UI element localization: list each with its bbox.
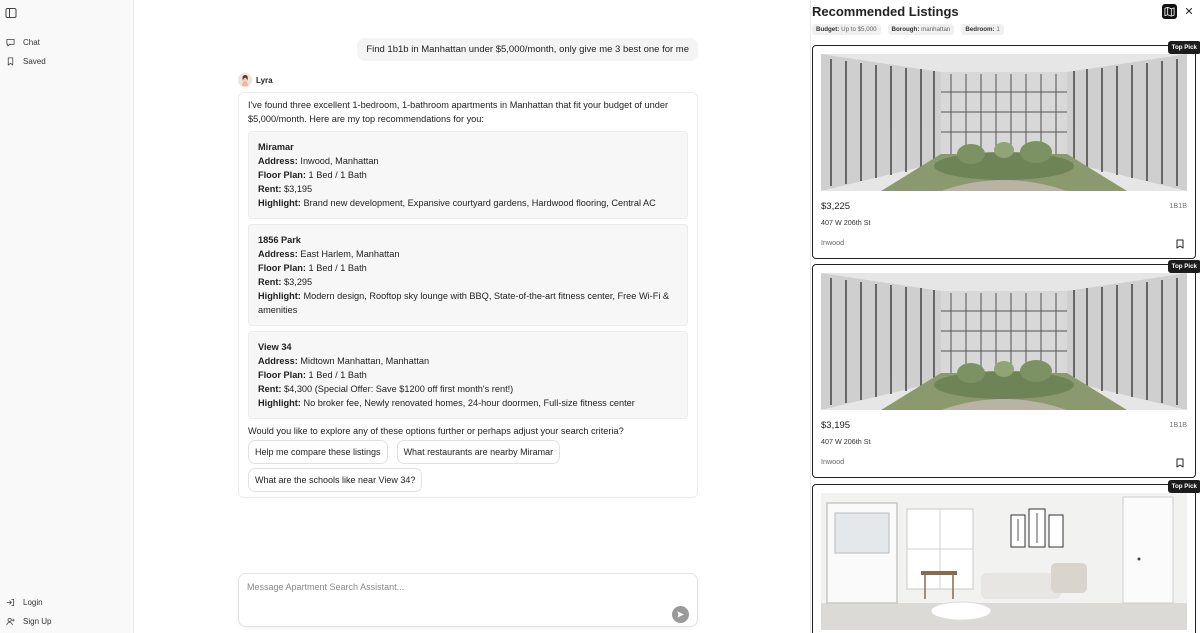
recommendation-highlight: No broker fee, Newly renovated homes, 24… [303, 398, 635, 408]
recommended-listings-panel: Recommended Listings Budget: Up to $5,00… [810, 0, 1200, 633]
login-label: Login [23, 598, 43, 607]
listing-card[interactable]: Top Pick [812, 480, 1200, 633]
field-label: Rent: [258, 184, 282, 194]
filter-bedroom[interactable]: Bedroom: 1 [961, 24, 1004, 35]
top-pick-badge: Top Pick [1167, 480, 1200, 493]
listing-unit-type: 1B1B [1169, 420, 1187, 429]
filter-label: Budget: [816, 26, 840, 33]
recommendation-name: 1856 Park [258, 235, 301, 245]
recommendation-rent: $3,195 [284, 184, 313, 194]
user-plus-icon [6, 617, 15, 626]
recommendation-address: East Harlem, Manhattan [300, 249, 400, 259]
sidebar-toggle-icon[interactable] [5, 6, 17, 18]
suggestion-chips: Help me compare these listings What rest… [248, 440, 608, 492]
map-view-button[interactable] [1162, 4, 1177, 19]
listing-address: 407 W 206th St [821, 218, 871, 227]
message-composer [238, 573, 698, 627]
recommendation-card: Miramar Address: Inwood, Manhattan Floor… [248, 131, 688, 219]
recommendation-address: Midtown Manhattan, Manhattan [300, 356, 430, 366]
recommendation-floor-plan: 1 Bed / 1 Bath [308, 170, 367, 180]
sidebar-item-chat[interactable]: Chat [6, 38, 40, 47]
filter-value: Up to $5,000 [841, 26, 877, 33]
send-icon [677, 611, 685, 618]
listing-photo[interactable] [821, 273, 1187, 410]
assistant-name: Lyra [256, 75, 273, 85]
listing-price: $3,225 [821, 201, 851, 212]
login-icon [6, 598, 15, 607]
recommendation-address: Inwood, Manhattan [300, 156, 379, 166]
send-button[interactable] [672, 606, 689, 623]
recommendation-name: View 34 [258, 342, 292, 352]
recommendation-card: 1856 Park Address: East Harlem, Manhatta… [248, 224, 688, 326]
assistant-message: I've found three excellent 1-bedroom, 1-… [238, 92, 698, 498]
close-icon [1185, 7, 1193, 15]
suggestion-schools[interactable]: What are the schools like near View 34? [248, 468, 423, 492]
assistant-header: Lyra [238, 73, 273, 87]
sign-up-button[interactable]: Sign Up [6, 617, 51, 626]
recommendation-rent: $4,300 (Special Offer: Save $1200 off fi… [284, 384, 514, 394]
recommendation-highlight: Modern design, Rooftop sky lounge with B… [258, 291, 670, 315]
field-label: Floor Plan: [258, 370, 306, 380]
listing-neighborhood: Inwood [821, 238, 845, 247]
avatar [238, 73, 252, 87]
field-label: Floor Plan: [258, 263, 306, 273]
sidebar-item-saved[interactable]: Saved [6, 57, 46, 66]
field-label: Highlight: [258, 291, 301, 301]
field-label: Rent: [258, 384, 282, 394]
field-label: Address: [258, 356, 298, 366]
save-listing-button[interactable] [1176, 455, 1184, 468]
sidebar-item-label: Chat [23, 38, 40, 47]
filter-label: Borough: [891, 26, 920, 33]
field-label: Highlight: [258, 398, 301, 408]
recommendation-card: View 34 Address: Midtown Manhattan, Manh… [248, 331, 688, 419]
recommendation-rent: $3,295 [284, 277, 313, 287]
filter-budget[interactable]: Budget: Up to $5,000 [812, 24, 881, 35]
listing-photo[interactable] [821, 54, 1187, 191]
listing-neighborhood: Inwood [821, 457, 845, 466]
filter-value: 1 [996, 26, 1000, 33]
suggestion-compare[interactable]: Help me compare these listings [248, 440, 388, 464]
listing-unit-type: 1B1B [1169, 201, 1187, 210]
login-button[interactable]: Login [6, 598, 43, 607]
sidebar: Chat Saved Login Sign Up [0, 0, 134, 633]
listing-card[interactable]: Top Pick [812, 41, 1200, 259]
filter-value: manhattan [921, 26, 951, 33]
recommendation-floor-plan: 1 Bed / 1 Bath [308, 370, 367, 380]
field-label: Rent: [258, 277, 282, 287]
field-label: Highlight: [258, 198, 301, 208]
save-listing-button[interactable] [1176, 236, 1184, 249]
message-input[interactable] [247, 582, 647, 592]
filter-borough[interactable]: Borough: manhattan [887, 24, 955, 35]
field-label: Address: [258, 249, 298, 259]
chat-area: Find 1b1b in Manhattan under $5,000/mont… [135, 0, 810, 633]
bookmark-icon [1176, 239, 1184, 249]
field-label: Floor Plan: [258, 170, 306, 180]
listing-card[interactable]: Top Pick [812, 260, 1200, 478]
assistant-followup: Would you like to explore any of these o… [248, 426, 624, 436]
recommendation-floor-plan: 1 Bed / 1 Bath [308, 263, 367, 273]
recommendation-name: Miramar [258, 142, 294, 152]
suggestion-restaurants[interactable]: What restaurants are nearby Miramar [396, 440, 561, 464]
listing-photo[interactable] [821, 493, 1187, 630]
panel-title: Recommended Listings [812, 4, 959, 19]
listing-address: 407 W 206th St [821, 437, 871, 446]
user-message: Find 1b1b in Manhattan under $5,000/mont… [357, 38, 698, 61]
listing-price: $3,195 [821, 420, 851, 431]
assistant-intro: I've found three excellent 1-bedroom, 1-… [248, 100, 669, 124]
top-pick-badge: Top Pick [1167, 41, 1200, 54]
sidebar-item-label: Saved [23, 57, 46, 66]
close-panel-button[interactable] [1183, 5, 1195, 17]
top-pick-badge: Top Pick [1167, 260, 1200, 273]
map-icon [1164, 6, 1175, 17]
chat-icon [6, 38, 15, 47]
bookmark-icon [6, 57, 15, 66]
active-filters: Budget: Up to $5,000 Borough: manhattan … [812, 24, 1004, 35]
recommendation-highlight: Brand new development, Expansive courtya… [303, 198, 656, 208]
bookmark-icon [1176, 458, 1184, 468]
filter-label: Bedroom: [965, 26, 995, 33]
field-label: Address: [258, 156, 298, 166]
sign-up-label: Sign Up [23, 617, 52, 626]
